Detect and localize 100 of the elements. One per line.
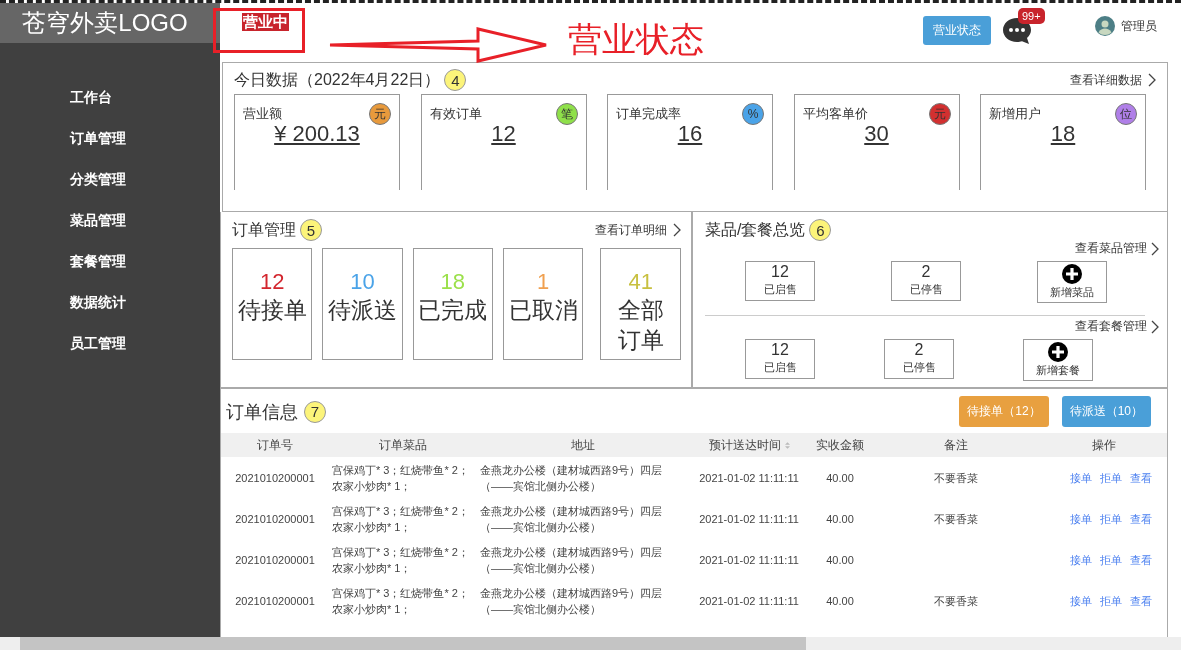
stat-value[interactable]: 30 <box>864 121 889 147</box>
table-cell: 2021010200001 <box>235 512 315 525</box>
sale-count: 2 <box>914 340 924 360</box>
status-badge: 营业中 <box>242 13 289 31</box>
sale-count: 12 <box>771 340 789 360</box>
table-cell: 2021-01-02 11:11:11 <box>699 512 799 525</box>
nav-item[interactable]: 分类管理 <box>70 171 220 189</box>
nav-item[interactable]: 菜品管理 <box>70 212 220 230</box>
sale-count: 12 <box>771 262 789 282</box>
action-link[interactable]: 接单 <box>1070 471 1092 484</box>
order-status-label: 已完成 <box>418 296 488 325</box>
sale-stat-box[interactable]: 12 已启售 <box>745 339 815 379</box>
table-cell: 2021010200001 <box>235 471 315 484</box>
table-cell: 宫保鸡丁* 3；红烧带鱼* 2；农家小炒肉* 1； <box>332 504 469 533</box>
user-name[interactable]: 管理员 <box>1121 17 1157 35</box>
order-status-tile[interactable]: 41 全部订单 <box>600 248 681 360</box>
action-link[interactable]: 接单 <box>1070 512 1092 525</box>
message-count-badge: 99+ <box>1018 8 1045 24</box>
table-cell: 40.00 <box>826 553 854 566</box>
order-count: 41 <box>628 269 653 295</box>
scrollbar-thumb[interactable] <box>20 637 806 650</box>
view-details-link[interactable]: 查看详细数据 <box>1070 71 1142 89</box>
unit-badge: 笔 <box>555 103 578 125</box>
nav-item[interactable]: 工作台 <box>70 89 220 107</box>
chevron-right-icon[interactable] <box>1148 73 1156 87</box>
table-cell: 40.00 <box>826 512 854 525</box>
sale-label: 已停售 <box>902 360 936 375</box>
order-status-label: 待接单 <box>237 296 307 325</box>
nav-item[interactable]: 套餐管理 <box>70 253 220 271</box>
table-cell: 金燕龙办公楼（建材城西路9号）四层（——宾馆北侧办公楼） <box>480 586 663 615</box>
action-link[interactable]: 查看 <box>1130 512 1152 525</box>
plus-icon <box>1048 342 1068 362</box>
table-cell: 金燕龙办公楼（建材城西路9号）四层（——宾馆北侧办公楼） <box>480 504 663 533</box>
stat-value[interactable]: 12 <box>491 121 516 147</box>
table-cell: 不要香菜 <box>934 471 978 484</box>
add-button[interactable]: 新增套餐 <box>1023 339 1093 381</box>
stat-value[interactable]: 16 <box>677 121 703 147</box>
table-cell: 2021-01-02 11:11:11 <box>699 553 799 566</box>
unit-badge: 元 <box>369 103 391 125</box>
action-link[interactable]: 接单 <box>1070 553 1092 566</box>
nav-item[interactable]: 订单管理 <box>70 130 220 148</box>
sale-count: 2 <box>921 262 931 282</box>
unit-badge: 位 <box>1115 103 1137 125</box>
action-link[interactable]: 拒单 <box>1100 512 1122 525</box>
stat-label: 订单完成率 <box>616 105 681 123</box>
column-header[interactable]: 预计送达时间 <box>689 433 809 457</box>
manage-link[interactable]: 查看套餐管理 <box>1075 318 1147 335</box>
table-cell: 2021-01-02 11:11:11 <box>699 471 799 484</box>
order-status-tile[interactable]: 18 已完成 <box>412 248 494 360</box>
action-link[interactable]: 拒单 <box>1100 594 1122 607</box>
order-status-tile[interactable]: 10 待派送 <box>322 248 403 360</box>
annotation-marker: 4 <box>444 69 467 91</box>
table-cell: 40.00 <box>826 594 854 607</box>
sale-stat-box[interactable]: 2 已停售 <box>891 261 961 301</box>
manage-link[interactable]: 查看菜品管理 <box>1075 240 1147 257</box>
action-link[interactable]: 查看 <box>1130 594 1152 607</box>
nav-item[interactable]: 数据统计 <box>70 294 220 312</box>
sale-stat-box[interactable]: 2 已停售 <box>884 339 954 379</box>
order-status-label: 全部订单 <box>616 296 665 355</box>
table-cell: 宫保鸡丁* 3；红烧带鱼* 2；农家小炒肉* 1； <box>332 545 469 574</box>
sale-stat-box[interactable]: 12 已启售 <box>745 261 815 301</box>
sale-label: 已启售 <box>763 360 797 375</box>
column-header: 操作 <box>1041 433 1167 457</box>
logo: 苍穹外卖LOGO <box>0 3 220 43</box>
column-header: 实收金额 <box>809 433 871 457</box>
chevron-right-icon[interactable] <box>673 223 681 237</box>
add-button[interactable]: 新增菜品 <box>1037 261 1107 303</box>
order-count: 12 <box>259 269 285 295</box>
stat-value[interactable]: 18 <box>1050 121 1076 147</box>
order-count: 10 <box>350 269 375 295</box>
column-header: 订单号 <box>221 433 329 457</box>
table-cell: 2021010200001 <box>235 594 315 607</box>
section-title: 订单管理 <box>232 219 296 240</box>
annotation-marker: 7 <box>304 400 326 423</box>
action-link[interactable]: 查看 <box>1130 553 1152 566</box>
sale-label: 已启售 <box>763 282 797 297</box>
table-cell: 40.00 <box>826 471 854 484</box>
action-link[interactable]: 接单 <box>1070 594 1092 607</box>
action-link[interactable]: 拒单 <box>1100 471 1122 484</box>
annotation-marker: 5 <box>300 219 322 241</box>
order-status-tile[interactable]: 1 已取消 <box>503 248 584 360</box>
column-header: 订单菜品 <box>329 433 477 457</box>
sale-label: 已停售 <box>909 282 943 297</box>
avatar-icon[interactable] <box>1095 16 1115 36</box>
nav-item[interactable]: 员工管理 <box>70 335 220 353</box>
horizontal-scrollbar[interactable] <box>0 637 1181 650</box>
table-cell: 宫保鸡丁* 3；红烧带鱼* 2；农家小炒肉* 1； <box>332 463 469 492</box>
action-link[interactable]: 拒单 <box>1100 553 1122 566</box>
chevron-right-icon[interactable] <box>1151 241 1159 256</box>
stat-label: 平均客单价 <box>802 105 868 123</box>
stat-value[interactable]: ¥ 200.13 <box>274 121 360 147</box>
chevron-right-icon[interactable] <box>1151 319 1159 334</box>
annotation-marker: 6 <box>809 219 832 241</box>
action-link[interactable]: 查看 <box>1130 471 1152 484</box>
stat-label: 营业额 <box>243 105 282 123</box>
annotation-label: 营业状态 <box>568 19 704 60</box>
table-cell: 2021010200001 <box>235 553 315 566</box>
section-title: 订单信息 <box>226 400 298 424</box>
order-status-tile[interactable]: 12 待接单 <box>232 248 313 360</box>
view-orders-link[interactable]: 查看订单明细 <box>595 221 667 239</box>
